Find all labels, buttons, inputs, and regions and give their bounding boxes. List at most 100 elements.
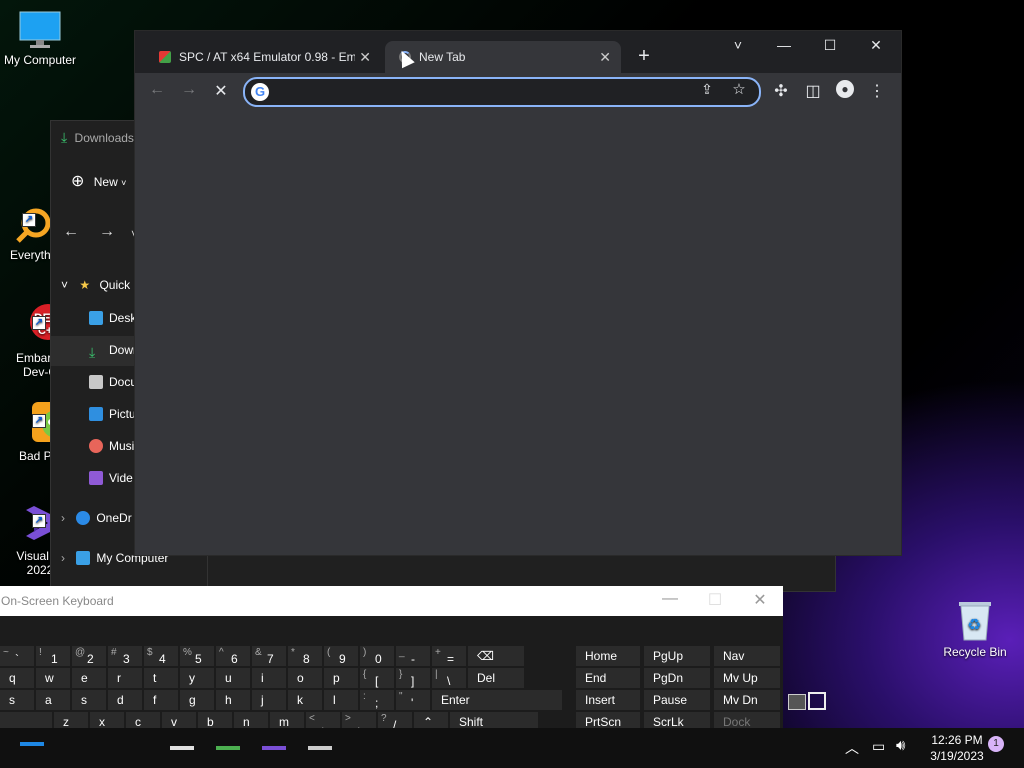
osk-key[interactable]: & 7	[252, 646, 286, 666]
new-tab-button[interactable]: +	[621, 45, 667, 68]
osk-key[interactable]: i	[252, 668, 286, 688]
osk-key[interactable]: _ -	[396, 646, 430, 666]
osk-nav-key[interactable]: Home	[576, 646, 640, 666]
address-input[interactable]	[277, 82, 681, 104]
osk-key[interactable]: j	[252, 690, 286, 710]
start-button[interactable]	[20, 742, 44, 746]
osk-key[interactable]: w	[36, 668, 70, 688]
osk-key[interactable]: * 8	[288, 646, 322, 666]
osk-key[interactable]: " '	[396, 690, 430, 710]
osk-key[interactable]: {[	[360, 668, 394, 688]
osk-key[interactable]: h	[216, 690, 250, 710]
new-button[interactable]: ⊕ New ˅	[71, 171, 126, 191]
sidebar-item-desktop[interactable]: Desk	[89, 311, 136, 325]
desktop-icon-recycle-bin[interactable]: ♻ Recycle Bin	[935, 598, 1015, 659]
osk-key[interactable]: @2	[72, 646, 106, 666]
tab-new-tab[interactable]: New Tab ✕	[385, 41, 621, 73]
taskbar-app-icon[interactable]	[308, 746, 332, 750]
show-hidden-icons-chevron[interactable]: ︿	[845, 738, 859, 758]
osk-key[interactable]: g	[180, 690, 214, 710]
address-bar[interactable]: G ⇪ ☆	[243, 77, 761, 107]
osk-key[interactable]: y	[180, 668, 214, 688]
forward-button[interactable]: →	[177, 81, 201, 99]
side-panel-icon[interactable]: ◫	[801, 81, 825, 101]
details-view-icon[interactable]	[788, 694, 806, 710]
sidebar-quick-access[interactable]: ˅ ★ Quick	[61, 278, 130, 292]
osk-key[interactable]: a	[36, 690, 70, 710]
osk-key[interactable]: p	[324, 668, 358, 688]
osk-nav-key[interactable]: Mv Dn	[714, 690, 780, 710]
back-button[interactable]: ←	[145, 81, 169, 99]
network-icon[interactable]: ▭	[872, 738, 885, 755]
on-screen-keyboard[interactable]: On-Screen Keyboard — ☐ ✕ ~ `! 1 @2 #3 $4% 5 ^ 6 &…	[0, 586, 783, 754]
osk-key[interactable]: ⌫	[468, 646, 524, 666]
osk-close-button[interactable]: ✕	[740, 590, 780, 610]
share-icon[interactable]: ⇪	[695, 81, 719, 98]
osk-nav-key[interactable]: Nav	[714, 646, 780, 666]
osk-key[interactable]: s	[72, 690, 106, 710]
clock[interactable]: 12:26 PM 3/19/2023	[922, 728, 992, 764]
close-tab-icon[interactable]: ✕	[355, 41, 371, 73]
osk-maximize-button[interactable]: ☐	[695, 590, 735, 610]
taskbar-app-icons[interactable]	[170, 744, 370, 752]
osk-key[interactable]: r	[108, 668, 142, 688]
back-button[interactable]: ←	[63, 223, 79, 241]
osk-key[interactable]: d	[108, 690, 142, 710]
bookmark-star-icon[interactable]: ☆	[727, 80, 751, 98]
osk-key[interactable]: ~ `	[0, 646, 34, 666]
osk-key[interactable]: ) 0	[360, 646, 394, 666]
close-window-button[interactable]: ✕	[853, 37, 899, 54]
osk-key[interactable]: l	[324, 690, 358, 710]
taskbar-app-icon[interactable]	[262, 746, 286, 750]
osk-key[interactable]: e	[72, 668, 106, 688]
sidebar-item-pictures[interactable]: Pictu	[89, 407, 136, 421]
osk-key[interactable]: Del	[468, 668, 524, 688]
osk-key[interactable]: u	[216, 668, 250, 688]
stop-loading-button[interactable]: ✕	[209, 81, 233, 101]
desktop-icon-my-computer[interactable]: My Computer	[0, 10, 80, 67]
sidebar-item-documents[interactable]: Docu	[89, 375, 137, 389]
osk-key[interactable]: o	[288, 668, 322, 688]
browser-window[interactable]: SPC / AT x64 Emulator 0.98 - Em ✕ New Ta…	[134, 30, 902, 556]
menu-kebab-icon[interactable]: ⋮	[865, 81, 889, 101]
osk-key[interactable]: f	[144, 690, 178, 710]
maximize-button[interactable]: ☐	[807, 37, 853, 54]
notification-badge[interactable]: 1	[988, 736, 1004, 752]
osk-key[interactable]: $4	[144, 646, 178, 666]
extensions-puzzle-icon[interactable]: ✣	[769, 81, 793, 101]
osk-key[interactable]: #3	[108, 646, 142, 666]
osk-key[interactable]: k	[288, 690, 322, 710]
osk-key[interactable]: q	[0, 668, 34, 688]
tab-emulator[interactable]: SPC / AT x64 Emulator 0.98 - Em ✕	[145, 41, 381, 73]
forward-button[interactable]: →	[99, 223, 115, 241]
minimize-button[interactable]: —	[761, 37, 807, 53]
osk-key[interactable]: :;	[360, 690, 394, 710]
osk-nav-key[interactable]: PgUp	[644, 646, 710, 666]
profile-avatar-icon[interactable]: ●	[833, 80, 857, 98]
osk-key[interactable]: Enter	[432, 690, 562, 710]
osk-nav-key[interactable]: Pause	[644, 690, 710, 710]
osk-key[interactable]: t	[144, 668, 178, 688]
osk-key[interactable]: }]	[396, 668, 430, 688]
taskbar-app-icon[interactable]	[170, 746, 194, 750]
osk-key[interactable]: ! 1	[36, 646, 70, 666]
sidebar-item-music[interactable]: Musi	[89, 439, 134, 453]
osk-key[interactable]: (9	[324, 646, 358, 666]
osk-key[interactable]: | \	[432, 668, 466, 688]
close-tab-icon[interactable]: ✕	[599, 41, 611, 73]
volume-icon[interactable]: 🔊︎	[896, 737, 905, 754]
sidebar-item-downloads[interactable]: ⤓ Down	[89, 343, 140, 359]
osk-key[interactable]: + =	[432, 646, 466, 666]
osk-nav-key[interactable]: PgDn	[644, 668, 710, 688]
osk-nav-key[interactable]: End	[576, 668, 640, 688]
osk-nav-key[interactable]: Mv Up	[714, 668, 780, 688]
tiles-view-icon[interactable]	[808, 692, 826, 710]
osk-key[interactable]: % 5	[180, 646, 214, 666]
osk-key[interactable]: ^ 6	[216, 646, 250, 666]
chrome-taskbar-icon[interactable]	[216, 746, 240, 750]
tab-search-chevron-icon[interactable]: ˅	[715, 37, 761, 53]
osk-nav-key[interactable]: Insert	[576, 690, 640, 710]
osk-key[interactable]: s	[0, 690, 34, 710]
osk-minimize-button[interactable]: —	[650, 590, 690, 608]
sidebar-item-videos[interactable]: Vide	[89, 471, 133, 485]
